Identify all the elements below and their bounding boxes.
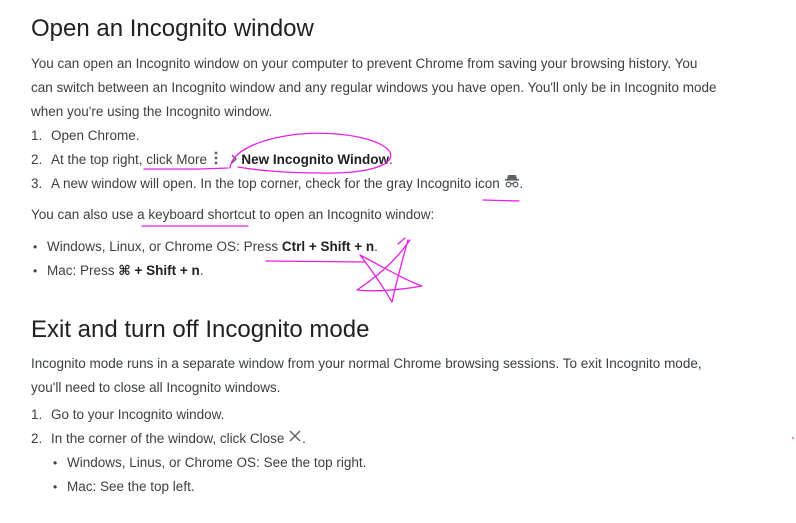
section-intro-paragraph: You can open an Incognito window on your…	[31, 56, 717, 119]
shortcut-keys-windows: Ctrl + Shift + n	[281, 239, 375, 254]
underline-incognito-icon	[482, 199, 520, 202]
list-item: Mac: Press ⌘ + Shift + n.	[31, 259, 378, 283]
shortcut-list: Windows, Linux, or Chrome OS: Press Ctrl…	[31, 235, 378, 283]
close-substeps-list: Windows, Linus, or Chrome OS: See the to…	[51, 451, 366, 499]
exit-steps-list: 1. Go to your Incognito window. 2. In the …	[31, 403, 306, 451]
more-vert-icon	[211, 148, 221, 172]
list-item: 3. A new window will open. In the top cor…	[31, 172, 523, 196]
open-steps-list: 1. Open Chrome. 2. At the top right, click…	[31, 124, 523, 196]
close-icon	[288, 427, 302, 451]
keyboard-shortcut-intro: You can also use a keyboard shortcut to …	[31, 207, 435, 222]
new-incognito-window-label: New Incognito Window	[241, 152, 389, 167]
incognito-icon	[504, 172, 520, 196]
list-item: Windows, Linux, or Chrome OS: Press Ctrl…	[31, 235, 378, 259]
section-intro-paragraph: Incognito mode runs in a separate window…	[31, 356, 702, 395]
chevron-right-icon	[231, 148, 238, 172]
list-item: Windows, Linus, or Chrome OS: See the to…	[51, 451, 366, 475]
stray-dot	[792, 437, 794, 439]
list-item: 1. Go to your Incognito window.	[31, 407, 225, 422]
section-title-open-incognito: Open an Incognito window	[31, 15, 314, 42]
section-title-exit-incognito: Exit and turn off Incognito mode	[31, 316, 370, 343]
list-item: 1. Open Chrome.	[31, 128, 140, 143]
shortcut-keys-mac: ⌘ + Shift + n	[118, 263, 200, 278]
list-item: 2. At the top right, click More New Incog…	[31, 148, 523, 172]
list-item: Mac: See the top left.	[51, 475, 366, 499]
list-item: 2. In the corner of the window, click Clo…	[31, 427, 306, 451]
star-doodle-tick	[397, 237, 406, 245]
